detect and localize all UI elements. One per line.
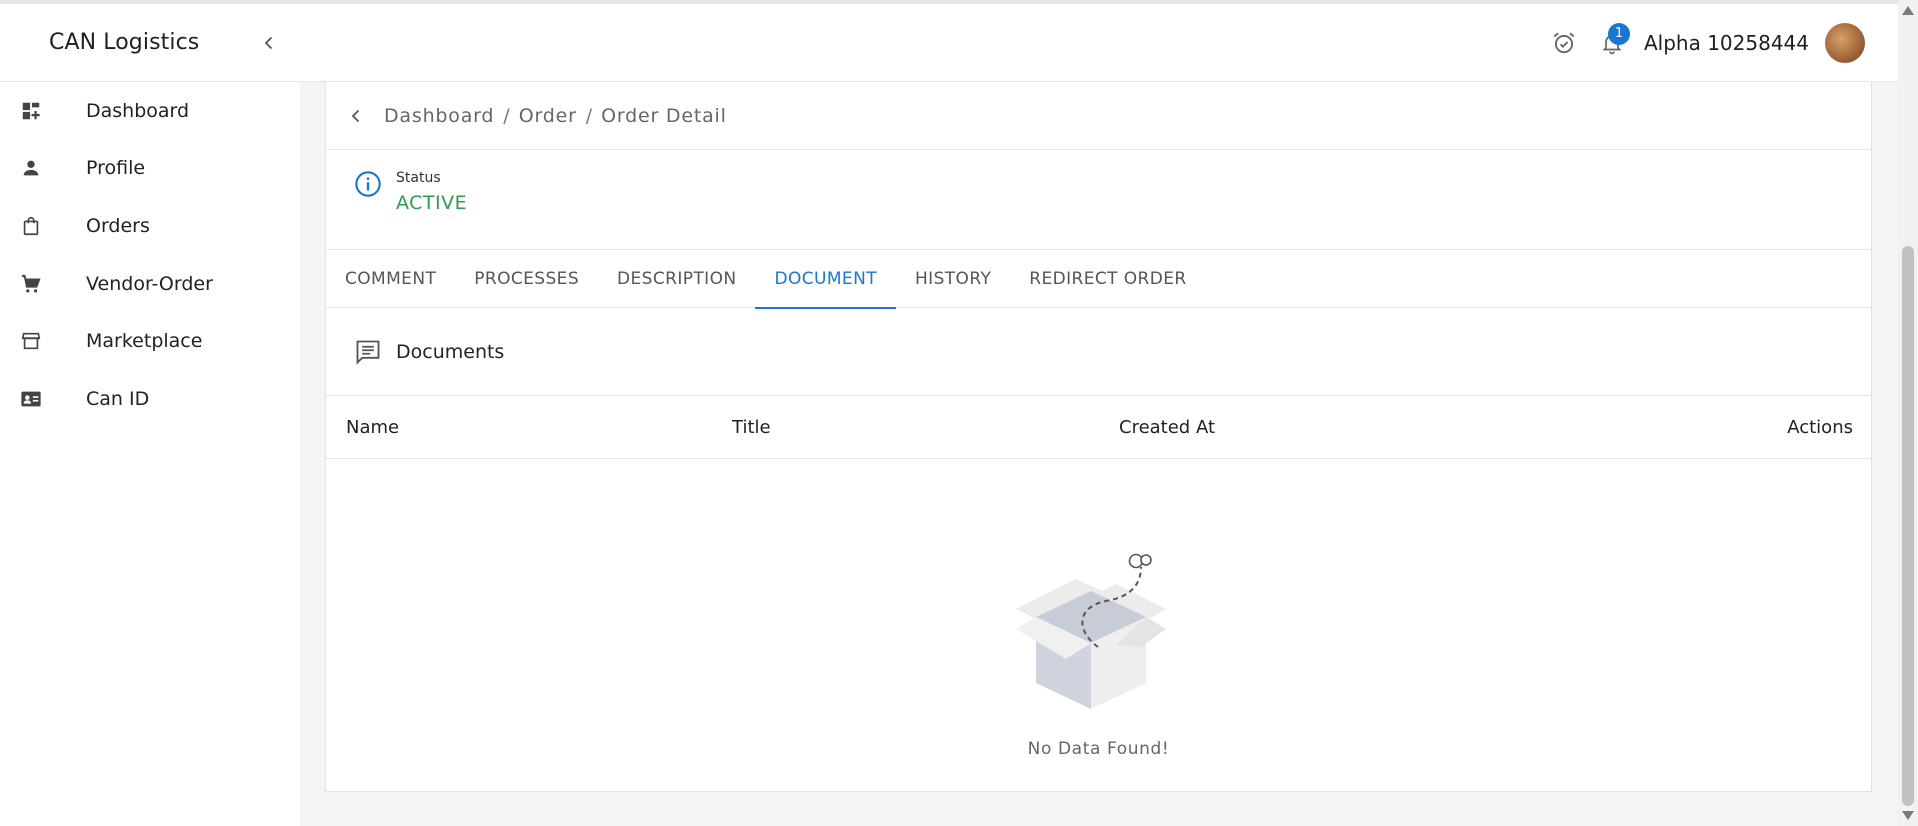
person-icon bbox=[19, 156, 43, 180]
column-header-actions: Actions bbox=[1787, 416, 1853, 438]
documents-title: Documents bbox=[396, 340, 505, 363]
page-scrollbar[interactable] bbox=[1898, 0, 1918, 826]
empty-state-text: No Data Found! bbox=[1027, 739, 1170, 759]
top-bar: CAN Logistics 1 Alpha 10258444 bbox=[0, 0, 1898, 82]
shopping-bag-icon bbox=[19, 214, 43, 238]
alarm-clock-icon bbox=[1553, 32, 1575, 53]
table-header: Name Title Created At Actions bbox=[326, 396, 1871, 459]
sidebar-item-vendor-order[interactable]: Vendor-Order bbox=[0, 255, 300, 313]
order-detail-card: Dashboard / Order / Order Detail Status … bbox=[325, 82, 1872, 792]
scroll-thumb[interactable] bbox=[1902, 246, 1914, 806]
breadcrumb-order-detail: Order Detail bbox=[601, 104, 727, 127]
alarm-button[interactable] bbox=[1544, 23, 1584, 63]
sidebar-item-profile[interactable]: Profile bbox=[0, 140, 300, 198]
tab-description[interactable]: DESCRIPTION bbox=[598, 250, 755, 308]
breadcrumb-order[interactable]: Order bbox=[519, 105, 577, 127]
sidebar-item-label: Vendor-Order bbox=[86, 272, 213, 295]
status-label: Status bbox=[396, 170, 441, 186]
sidebar-item-dashboard[interactable]: Dashboard bbox=[0, 82, 300, 140]
empty-state: No Data Found! bbox=[326, 459, 1871, 789]
documents-header: Documents bbox=[326, 308, 1871, 396]
app-brand: CAN Logistics bbox=[49, 30, 200, 55]
tab-bar: COMMENT PROCESSES DESCRIPTION DOCUMENT H… bbox=[326, 250, 1871, 309]
store-icon bbox=[19, 329, 43, 353]
column-header-title[interactable]: Title bbox=[732, 417, 771, 438]
empty-box-illustration bbox=[1016, 553, 1166, 709]
cart-icon bbox=[19, 272, 43, 296]
scroll-up-arrow[interactable] bbox=[1902, 6, 1914, 15]
sidebar-item-label: Orders bbox=[86, 214, 150, 237]
tab-history[interactable]: HISTORY bbox=[896, 250, 1010, 308]
status-section: Status ACTIVE bbox=[326, 150, 1871, 250]
tab-comment[interactable]: COMMENT bbox=[326, 250, 455, 308]
sidebar-item-label: Can ID bbox=[86, 387, 150, 410]
id-card-icon bbox=[19, 387, 43, 411]
sidebar: Dashboard Profile Orders Vendor-Order Ma… bbox=[0, 82, 300, 826]
sidebar-item-label: Profile bbox=[86, 157, 146, 180]
avatar[interactable] bbox=[1825, 22, 1865, 63]
notification-badge: 1 bbox=[1607, 22, 1630, 45]
sidebar-item-orders[interactable]: Orders bbox=[0, 197, 300, 255]
info-icon bbox=[355, 171, 381, 197]
breadcrumb-dashboard[interactable]: Dashboard bbox=[384, 105, 494, 127]
status-value: ACTIVE bbox=[396, 192, 468, 214]
sidebar-collapse-button[interactable] bbox=[254, 28, 284, 58]
notifications-button[interactable]: 1 bbox=[1592, 22, 1632, 63]
scroll-down-arrow[interactable] bbox=[1902, 811, 1914, 820]
chevron-left-icon bbox=[351, 109, 360, 122]
tab-processes[interactable]: PROCESSES bbox=[455, 250, 598, 308]
tab-document[interactable]: DOCUMENT bbox=[755, 250, 896, 309]
sidebar-item-label: Marketplace bbox=[86, 330, 203, 353]
comment-icon bbox=[356, 340, 380, 365]
back-button[interactable] bbox=[342, 102, 370, 130]
sidebar-item-can-id[interactable]: Can ID bbox=[0, 370, 300, 428]
sidebar-item-marketplace[interactable]: Marketplace bbox=[0, 312, 300, 370]
user-name[interactable]: Alpha 10258444 bbox=[1644, 31, 1809, 55]
breadcrumb: Dashboard / Order / Order Detail bbox=[326, 82, 1871, 150]
dashboard-icon bbox=[19, 99, 43, 123]
tab-redirect-order[interactable]: REDIRECT ORDER bbox=[1010, 250, 1205, 308]
breadcrumb-separator: / bbox=[503, 104, 510, 127]
column-header-name[interactable]: Name bbox=[346, 417, 399, 438]
breadcrumb-separator: / bbox=[585, 104, 593, 127]
chevron-left-icon bbox=[264, 36, 273, 49]
column-header-created-at[interactable]: Created At bbox=[1119, 417, 1215, 438]
sidebar-item-label: Dashboard bbox=[86, 99, 190, 122]
